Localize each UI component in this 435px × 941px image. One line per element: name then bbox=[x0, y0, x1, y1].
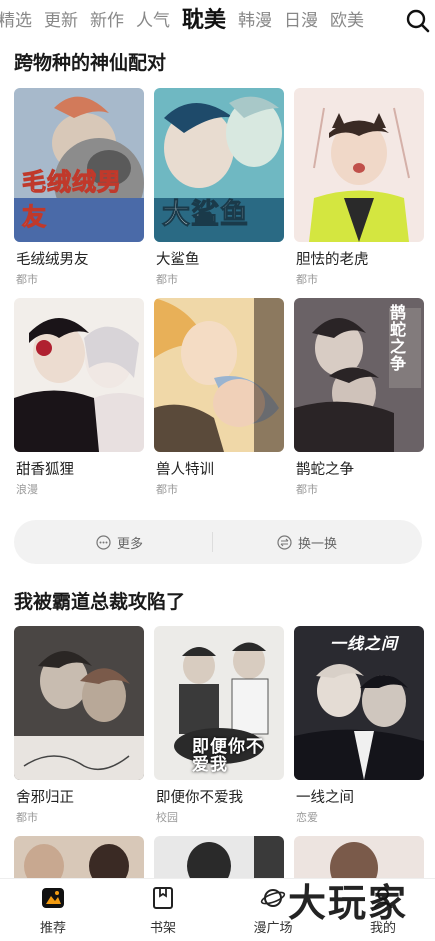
more-button[interactable]: 更多 bbox=[96, 520, 143, 564]
refresh-icon bbox=[277, 534, 292, 550]
comic-genre: 都市 bbox=[296, 483, 318, 496]
more-label: 更多 bbox=[117, 536, 144, 552]
comic-genre: 校园 bbox=[156, 811, 178, 824]
tab-bl[interactable]: 耽美 bbox=[182, 6, 226, 36]
comic-title[interactable]: 即便你不爱我 bbox=[156, 786, 243, 807]
comic-genre: 都市 bbox=[156, 483, 178, 496]
tab-new[interactable]: 新作 bbox=[90, 6, 124, 36]
cover-title: 大鲨鱼 bbox=[161, 197, 250, 231]
comic-title[interactable]: 甜香狐狸 bbox=[16, 458, 74, 479]
cover-art bbox=[154, 836, 284, 880]
section-title[interactable]: 跨物种的神仙配对 bbox=[14, 48, 166, 75]
comic-cover[interactable] bbox=[14, 298, 144, 452]
comic-cover[interactable]: 一线之间 bbox=[294, 626, 424, 780]
cover-art bbox=[14, 626, 144, 780]
comic-cover[interactable]: 即便你不爱我 bbox=[154, 626, 284, 780]
comic-title[interactable]: 毛绒绒男友 bbox=[16, 248, 89, 269]
tab-popular[interactable]: 人气 bbox=[136, 6, 170, 36]
comic-genre: 都市 bbox=[156, 273, 178, 286]
comic-genre: 都市 bbox=[16, 273, 38, 286]
comic-title[interactable]: 一线之间 bbox=[296, 786, 354, 807]
comic-title[interactable]: 胆怯的老虎 bbox=[296, 248, 369, 269]
comic-cover[interactable] bbox=[154, 298, 284, 452]
comic-title[interactable]: 兽人特训 bbox=[156, 458, 214, 479]
more-dots-icon bbox=[96, 534, 111, 550]
comic-title[interactable]: 鹊蛇之争 bbox=[296, 458, 354, 479]
nav-label: 推荐 bbox=[39, 921, 66, 936]
comic-genre: 浪漫 bbox=[16, 483, 38, 496]
comic-genre: 都市 bbox=[16, 811, 38, 824]
comic-cover[interactable] bbox=[14, 836, 144, 880]
cover-art bbox=[294, 88, 424, 242]
comic-cover[interactable]: 鹊蛇之争 bbox=[294, 298, 424, 452]
cover-title: 即便你不爱我 bbox=[192, 737, 264, 775]
cover-art bbox=[14, 298, 144, 452]
refresh-label: 换一换 bbox=[298, 536, 338, 552]
comic-genre: 恋爱 bbox=[296, 811, 318, 824]
cover-title: 毛绒绒男友 bbox=[22, 168, 122, 232]
comic-title[interactable]: 大鲨鱼 bbox=[156, 248, 200, 269]
divider bbox=[212, 532, 213, 552]
cover-title: 鹊蛇之争 bbox=[387, 304, 406, 372]
watermark: 大玩家 bbox=[288, 880, 409, 925]
category-tabs: 精选 更新 新作 人气 耽美 韩漫 日漫 欧美 bbox=[0, 6, 376, 36]
comic-cover[interactable] bbox=[154, 836, 284, 880]
planet-icon bbox=[260, 889, 286, 907]
search-icon[interactable] bbox=[405, 8, 431, 34]
comic-card[interactable] bbox=[154, 836, 284, 880]
cover-title: 一线之间 bbox=[330, 634, 399, 653]
refresh-button[interactable]: 换一换 bbox=[277, 520, 337, 564]
nav-bookshelf[interactable]: 书架 bbox=[128, 885, 198, 936]
section-title[interactable]: 我被霸道总裁攻陷了 bbox=[14, 587, 185, 614]
bookshelf-icon bbox=[153, 887, 173, 909]
nav-label: 书架 bbox=[149, 921, 176, 936]
section-action-bar: 更多 换一换 bbox=[14, 520, 422, 564]
comic-cover[interactable] bbox=[14, 626, 144, 780]
tab-korean[interactable]: 韩漫 bbox=[238, 6, 272, 36]
comic-genre: 都市 bbox=[296, 273, 318, 286]
comic-cover[interactable]: 大鲨鱼 bbox=[154, 88, 284, 242]
comic-card[interactable] bbox=[14, 836, 144, 880]
tab-featured[interactable]: 精选 bbox=[0, 6, 32, 36]
nav-recommend[interactable]: 推荐 bbox=[18, 885, 88, 936]
comic-cover[interactable] bbox=[294, 88, 424, 242]
comic-title[interactable]: 舍邪归正 bbox=[16, 786, 74, 807]
cover-art bbox=[154, 298, 284, 452]
comic-cover[interactable]: 毛绒绒男友 bbox=[14, 88, 144, 242]
tab-updates[interactable]: 更新 bbox=[44, 6, 78, 36]
tab-western[interactable]: 欧美 bbox=[330, 6, 364, 36]
cover-art bbox=[14, 836, 144, 880]
top-nav: 精选 更新 新作 人气 耽美 韩漫 日漫 欧美 bbox=[0, 0, 435, 44]
recommend-icon bbox=[42, 888, 64, 908]
tab-japanese[interactable]: 日漫 bbox=[284, 6, 318, 36]
